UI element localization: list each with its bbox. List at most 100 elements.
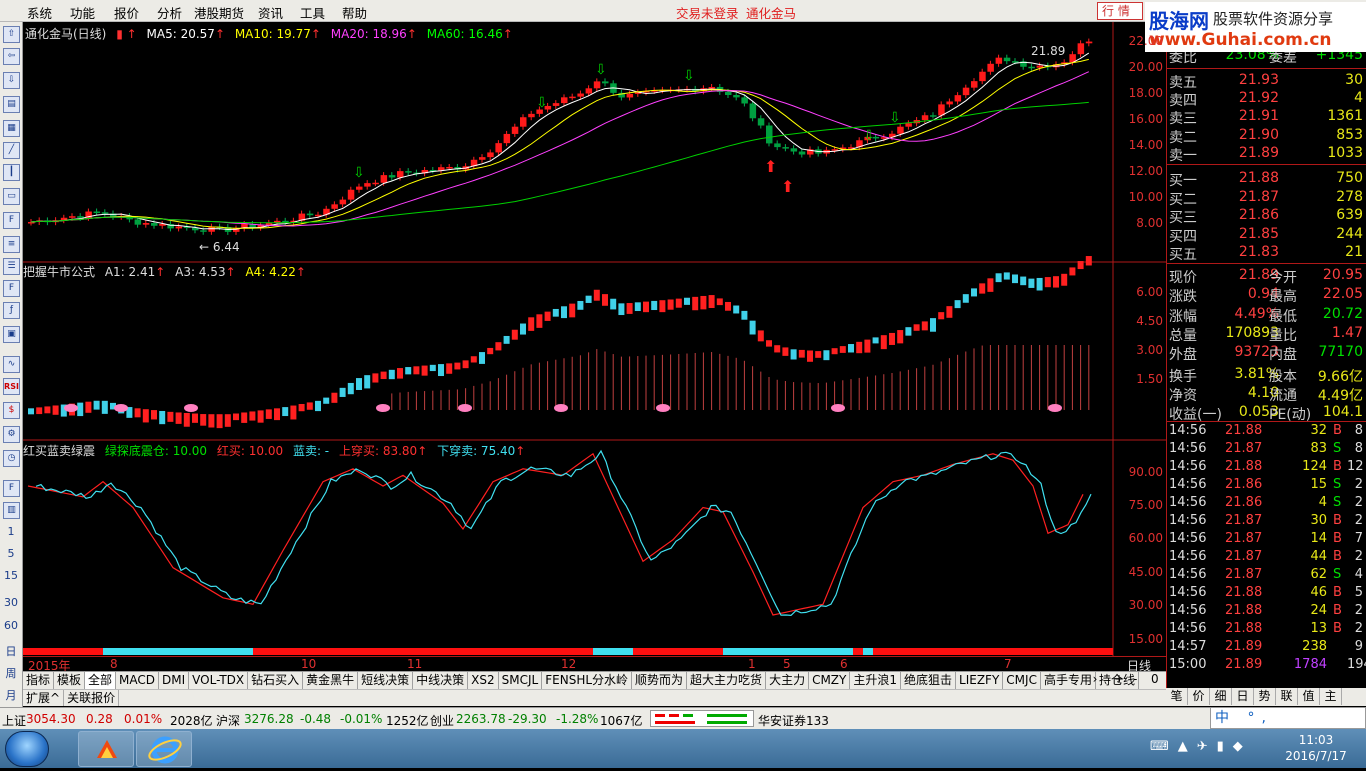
tab-detail[interactable]: 细 (1210, 688, 1232, 705)
tab-add[interactable]: + (1114, 672, 1124, 686)
system-tray[interactable]: ⌨▲✈▮◆ (1150, 739, 1252, 754)
menu-quote[interactable]: 报价 (114, 3, 139, 22)
dollar-icon[interactable]: $ (3, 402, 20, 419)
tdx-app-icon[interactable] (78, 731, 134, 767)
document-icon[interactable]: ≡ (3, 236, 20, 253)
tab-macd[interactable]: MACD (116, 672, 160, 689)
tab-xs2[interactable]: XS2 (468, 672, 499, 689)
bid-row[interactable]: 买五 21.83 21 (1167, 244, 1366, 263)
tab-template[interactable]: 模板 (54, 672, 86, 689)
tab-scroll-right-icon[interactable]: › (1087, 672, 1103, 686)
cy-value[interactable]: 2263.78 (456, 712, 506, 726)
tab-trades[interactable]: 笔 (1166, 688, 1188, 705)
trade-login-status[interactable]: 交易未登录 (676, 3, 739, 22)
ime-toolbar[interactable]: 中 °, (1210, 707, 1366, 729)
tab-main[interactable]: 主 (1320, 688, 1342, 705)
ask-row[interactable]: 卖四 21.92 4 (1167, 90, 1366, 109)
quote-button[interactable]: 行 情 (1097, 2, 1143, 20)
tab-trend[interactable]: 势 (1254, 688, 1276, 705)
period-1-min[interactable]: 1 (0, 525, 22, 538)
tab-trend[interactable]: 顺势而为 (632, 672, 688, 689)
chart-toggle-icon[interactable]: ▥ (3, 502, 20, 519)
ask-row[interactable]: 卖三 21.91 1361 (1167, 108, 1366, 127)
tab-fenshl[interactable]: FENSHL分水岭 (542, 672, 633, 689)
tab-reset[interactable]: 0 (1151, 672, 1159, 686)
tab-diamond-buy[interactable]: 钻石买入 (248, 672, 304, 689)
tab-main-wave[interactable]: 主升浪1 (850, 672, 902, 689)
candle-chart-icon[interactable]: ┃ (3, 164, 20, 181)
formula-candle (536, 314, 543, 328)
bid-row[interactable]: 买二 21.87 278 (1167, 189, 1366, 208)
sz-value[interactable]: 3276.28 (244, 712, 294, 726)
line-chart-icon[interactable]: ╱ (3, 142, 20, 159)
tab-remove[interactable]: - (1133, 672, 1137, 686)
tab-cmzy[interactable]: CMZY (809, 672, 851, 689)
sh-value[interactable]: 3054.30 (26, 712, 76, 726)
tab-short-term[interactable]: 短线决策 (358, 672, 414, 689)
ask-row[interactable]: 卖二 21.90 853 (1167, 127, 1366, 146)
menu-function[interactable]: 功能 (70, 3, 95, 22)
rsi-icon[interactable]: RSI (3, 378, 20, 395)
ime-status[interactable]: 中 °, (1215, 710, 1273, 726)
tab-big-player[interactable]: 超大主力吃货 (687, 672, 767, 689)
quote-list-icon[interactable]: ▤ (3, 96, 20, 113)
period-month[interactable]: 月 (0, 687, 22, 703)
market-breadth-icon[interactable] (650, 710, 754, 727)
tab-vol-tdx[interactable]: VOL-TDX (189, 672, 249, 689)
period-5-min[interactable]: 5 (0, 547, 22, 560)
bid-row[interactable]: 买四 21.85 244 (1167, 226, 1366, 245)
history-icon[interactable]: ◷ (3, 450, 20, 467)
tab-price[interactable]: 价 (1188, 688, 1210, 705)
f5-icon[interactable]: F (3, 480, 20, 497)
period-day[interactable]: 日 (0, 643, 22, 659)
tab-cmjc[interactable]: CMJC (1003, 672, 1041, 689)
tab-all[interactable]: 全部 (85, 672, 117, 689)
period-15-min[interactable]: 15 (0, 569, 22, 582)
arrow-down-icon[interactable]: ⇩ (3, 72, 20, 89)
tab-mid-term[interactable]: 中线决策 (413, 672, 469, 689)
formula-icon[interactable]: ƒ (3, 302, 20, 319)
ask-row[interactable]: 卖一 21.89 1033 (1167, 145, 1366, 164)
windows-start-icon[interactable] (5, 731, 49, 767)
f10-icon[interactable]: F (3, 212, 20, 229)
bid-row[interactable]: 买三 21.86 639 (1167, 207, 1366, 226)
menu-analysis[interactable]: 分析 (157, 3, 182, 22)
menu-hk-futures[interactable]: 港股期货 (194, 3, 244, 22)
menu-help[interactable]: 帮助 (342, 3, 367, 22)
expand-button[interactable]: 扩展^ (23, 690, 65, 706)
tab-bottom-snipe[interactable]: 绝底狙击 (901, 672, 957, 689)
tab-daily[interactable]: 日 (1232, 688, 1254, 705)
period-week[interactable]: 周 (0, 665, 22, 681)
internet-explorer-icon[interactable] (136, 731, 192, 767)
arrow-up-icon[interactable]: ⇧ (3, 26, 20, 43)
tab-value[interactable]: 值 (1298, 688, 1320, 705)
tab-liezfy[interactable]: LIEZFY (956, 672, 1004, 689)
menu-tools[interactable]: 工具 (300, 3, 325, 22)
f2-icon[interactable]: F (3, 280, 20, 297)
tick-price: 21.86 (1225, 477, 1263, 492)
period-60-min[interactable]: 60 (0, 619, 22, 632)
chart-area[interactable]: ⇩ ⇩ ⇩ ⇩ ⇩ ⇩ ⬆ ⬆ 通化金马(日线) ▮ ↑ MA5: 20.57↑ MA10: … (23, 22, 1166, 672)
clock[interactable]: 11:03 2016/7/17 (1281, 732, 1351, 764)
period-30-min[interactable]: 30 (0, 596, 22, 609)
tools-icon[interactable]: ⚙ (3, 426, 20, 443)
tab-smcjl[interactable]: SMCJL (499, 672, 543, 689)
tab-indicator[interactable]: 指标 (23, 672, 55, 689)
related-quote-button[interactable]: 关联报价 (64, 690, 120, 706)
menu-news[interactable]: 资讯 (258, 3, 283, 22)
ask-row[interactable]: 卖五 21.93 30 (1167, 72, 1366, 91)
list-icon[interactable]: ☰ (3, 258, 20, 275)
chart-canvas[interactable]: ⇩ ⇩ ⇩ ⇩ ⇩ ⇩ ⬆⬆ (23, 22, 1166, 658)
tile-icon[interactable]: ▣ (3, 326, 20, 343)
tab-related[interactable]: 联 (1276, 688, 1298, 705)
indicator-icon[interactable]: ∿ (3, 356, 20, 373)
window-icon[interactable]: ▭ (3, 188, 20, 205)
tab-golden-bull[interactable]: 黄金黑牛 (303, 672, 359, 689)
tab-main-force[interactable]: 大主力 (766, 672, 810, 689)
table-icon[interactable]: ▦ (3, 120, 20, 137)
bid-row[interactable]: 买一 21.88 750 (1167, 170, 1366, 189)
tab-dmi[interactable]: DMI (159, 672, 190, 689)
menu-system[interactable]: 系统 (27, 3, 52, 22)
arrow-left-icon[interactable]: ⇦ (3, 48, 20, 65)
expand-marker-icon[interactable]: ▮ ↑ (116, 27, 136, 41)
